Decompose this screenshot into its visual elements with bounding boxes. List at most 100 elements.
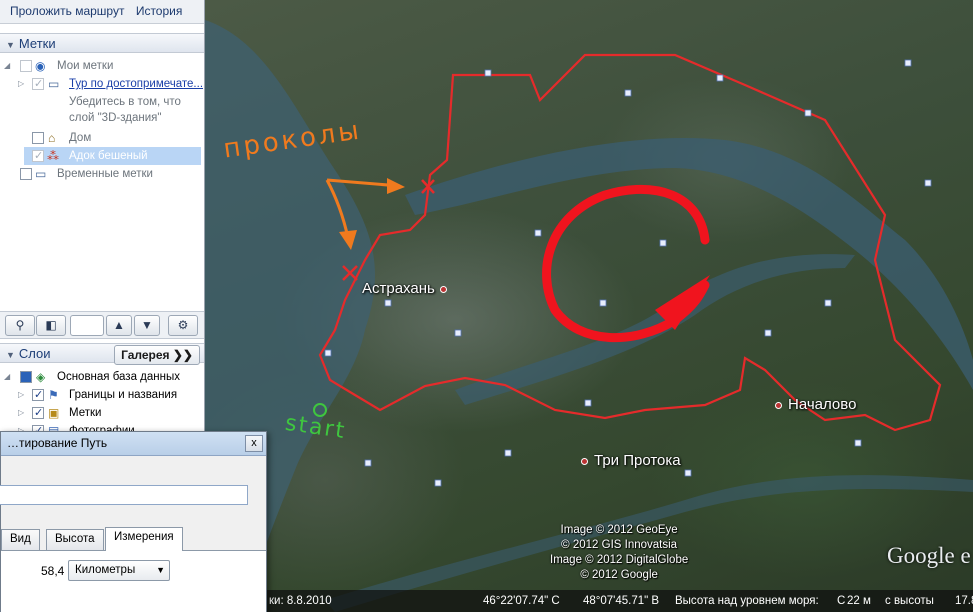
- tree-item-label: Дом: [69, 132, 92, 144]
- tab-view[interactable]: Вид: [1, 529, 40, 550]
- layer-label: Метки: [69, 407, 102, 419]
- places-header[interactable]: ▼ Метки: [0, 33, 204, 53]
- river-branch-north: [405, 138, 973, 390]
- history-link[interactable]: История: [136, 4, 183, 18]
- expand-icon[interactable]: ▷: [18, 386, 24, 404]
- checkbox[interactable]: [32, 132, 44, 144]
- copyright-line: Image © 2012 DigitalGlobe: [550, 554, 689, 566]
- folder-icon: ▭: [48, 77, 60, 91]
- places-icon: ▣: [48, 406, 60, 420]
- photo-marker[interactable]: [434, 479, 442, 487]
- checkbox[interactable]: [32, 75, 44, 93]
- photo-marker[interactable]: [824, 299, 832, 307]
- place-tri-protoka[interactable]: Три Протока: [581, 452, 681, 469]
- copyright-line: Image © 2012 GeoEye: [560, 524, 678, 536]
- tree-item-note-2: слой "3D-здания": [0, 109, 204, 127]
- place-nachalovo-dot: [775, 401, 782, 409]
- photo-marker[interactable]: [534, 229, 542, 237]
- map-view[interactable]: Астрахань Началово Три Протока проколы s…: [205, 0, 973, 612]
- photo-marker[interactable]: [454, 329, 462, 337]
- gallery-button[interactable]: Галерея ❯❯: [114, 345, 200, 365]
- show-panel-button[interactable]: ◧: [36, 315, 66, 336]
- tree-item-tour[interactable]: ▷ ▭ Тур по достопримечате...: [0, 75, 204, 93]
- photo-marker[interactable]: [504, 449, 512, 457]
- edit-path-dialog: …тирование Путь x Вид Высота Измерения 5…: [0, 431, 267, 612]
- photo-marker[interactable]: [384, 299, 392, 307]
- tour-link[interactable]: Тур по достопримечате...: [69, 75, 203, 93]
- layers-header[interactable]: ▼ Слои Галерея ❯❯: [0, 343, 204, 365]
- elevation-value: 22 м: [847, 595, 871, 607]
- tree-item-temporary[interactable]: ▭ Временные метки: [0, 165, 204, 183]
- photo-marker[interactable]: [484, 69, 492, 77]
- layers-icon: ◈: [36, 370, 46, 384]
- layer-places[interactable]: ▷ ▣ Метки: [0, 404, 204, 422]
- checkbox[interactable]: [20, 60, 32, 72]
- tour-icon: ⚙: [177, 318, 189, 332]
- flag-icon: ⚑: [48, 388, 59, 402]
- photo-marker[interactable]: [324, 349, 332, 357]
- layer-primary-db[interactable]: ◢ ◈ Основная база данных: [0, 368, 204, 386]
- panel-icon: ◧: [45, 318, 57, 332]
- imagery-copyright: Image © 2012 GeoEye © 2012 GIS Innovatsi…: [550, 523, 688, 583]
- tour-button[interactable]: ⚙: [168, 315, 198, 336]
- units-dropdown[interactable]: Километры ▼: [68, 560, 170, 581]
- copyright-line: © 2012 Google: [580, 569, 658, 581]
- photo-marker[interactable]: [364, 459, 372, 467]
- globe-icon: ◉: [35, 59, 46, 73]
- checkbox[interactable]: [32, 386, 44, 404]
- expand-icon[interactable]: ◢: [4, 57, 10, 75]
- checkbox[interactable]: [20, 371, 32, 383]
- place-nachalovo[interactable]: Началово: [775, 396, 856, 413]
- tree-item-label: Адок бешеный: [69, 150, 148, 162]
- collapse-icon[interactable]: ▼: [6, 40, 15, 50]
- photo-marker[interactable]: [584, 399, 592, 407]
- path-length-value: 58,4: [41, 564, 65, 578]
- photo-markers: [324, 59, 932, 487]
- close-button[interactable]: x: [245, 435, 263, 452]
- expand-icon[interactable]: ▷: [18, 404, 24, 422]
- layer-label: Основная база данных: [57, 371, 180, 383]
- home-icon: ⌂: [48, 131, 56, 145]
- checkbox[interactable]: [32, 147, 44, 165]
- tree-item-my-places[interactable]: ◢ ◉ Мои метки: [0, 57, 204, 75]
- tab-measurements[interactable]: Измерения: [105, 527, 183, 551]
- blank-field[interactable]: [70, 315, 104, 336]
- folder-icon: ▭: [35, 167, 47, 181]
- tree-item-path[interactable]: ⁂ Адок бешеный: [24, 147, 201, 165]
- photo-marker[interactable]: [659, 239, 667, 247]
- photo-marker[interactable]: [804, 109, 812, 117]
- tab-label: Вид: [10, 533, 31, 545]
- move-up-button[interactable]: ▲: [106, 315, 132, 336]
- layer-borders[interactable]: ▷ ⚑ Границы и названия: [0, 386, 204, 404]
- expand-icon[interactable]: ◢: [4, 368, 10, 386]
- eye-altitude-value: 17.80: [955, 595, 973, 607]
- arrow-down-icon: ▼: [141, 318, 153, 332]
- expand-icon[interactable]: ▷: [18, 75, 24, 93]
- place-astrakhan[interactable]: Астрахань: [362, 280, 453, 297]
- photo-marker[interactable]: [924, 179, 932, 187]
- tree-item-home[interactable]: ⌂ Дом: [0, 129, 204, 147]
- photo-marker[interactable]: [854, 439, 862, 447]
- collapse-icon[interactable]: ▼: [6, 350, 15, 360]
- google-logo: Google e: [887, 543, 971, 568]
- photo-marker[interactable]: [684, 469, 692, 477]
- dialog-title: …тирование Путь: [1, 432, 266, 456]
- tab-label: Измерения: [114, 531, 174, 543]
- checkbox[interactable]: [32, 404, 44, 422]
- path-name-input[interactable]: [0, 485, 248, 505]
- photo-marker[interactable]: [904, 59, 912, 67]
- eye-prefix: С: [837, 595, 846, 607]
- photo-marker[interactable]: [764, 329, 772, 337]
- latitude: 46°22'07.74" С: [483, 595, 560, 607]
- search-button[interactable]: ⚲: [5, 315, 35, 336]
- photo-marker[interactable]: [599, 299, 607, 307]
- route-link[interactable]: Проложить маршрут: [10, 4, 124, 18]
- tab-altitude[interactable]: Высота: [46, 529, 104, 550]
- map-overlay: [205, 20, 973, 612]
- tab-label: Высота: [55, 533, 95, 545]
- checkbox[interactable]: [20, 168, 32, 180]
- move-down-button[interactable]: ▼: [134, 315, 160, 336]
- photo-marker[interactable]: [716, 74, 724, 82]
- imagery-date: ки: 8.8.2010: [269, 595, 332, 607]
- photo-marker[interactable]: [624, 89, 632, 97]
